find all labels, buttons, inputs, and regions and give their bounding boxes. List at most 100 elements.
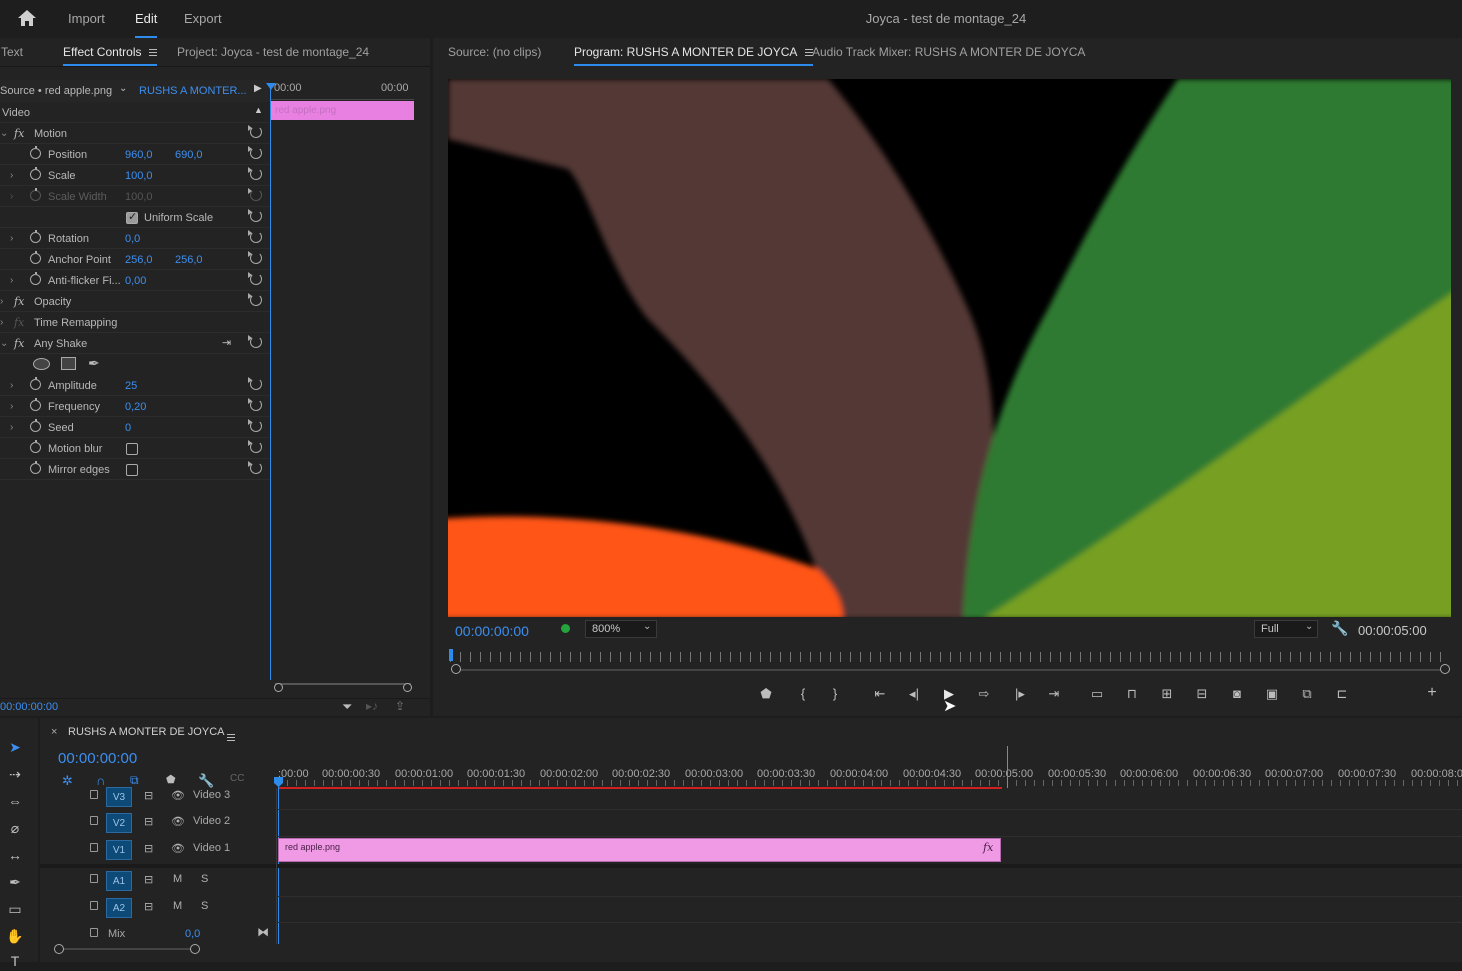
amplitude-value[interactable]: 25 xyxy=(125,380,137,392)
timeline-title[interactable]: RUSHS A MONTER DE JOYCA xyxy=(68,726,224,738)
chevron-right-icon[interactable]: › xyxy=(0,317,10,328)
reset-icon[interactable] xyxy=(248,209,262,222)
tab-audio-track-mixer[interactable]: Audio Track Mixer: RUSHS A MONTER DE JOY… xyxy=(812,45,1085,59)
stopwatch-icon[interactable] xyxy=(30,146,41,159)
program-playhead[interactable] xyxy=(449,649,453,661)
mirror-edges-checkbox[interactable] xyxy=(126,464,138,476)
comparison-view-icon[interactable]: ▣ xyxy=(1263,685,1281,703)
work-area-end[interactable] xyxy=(1007,746,1008,788)
tab-project[interactable]: Project: Joyca - test de montage_24 xyxy=(177,45,369,59)
eye-icon[interactable]: 👁 xyxy=(171,789,185,802)
timeline-zoom-bar[interactable] xyxy=(59,948,195,950)
sync-lock-icon[interactable]: ⊟ xyxy=(144,842,153,855)
fx-icon[interactable]: fx xyxy=(14,337,24,350)
sync-lock-icon[interactable]: ⊟ xyxy=(144,900,153,913)
scroll-handle-right[interactable] xyxy=(1440,664,1450,674)
lock-icon[interactable] xyxy=(90,874,98,883)
lock-icon[interactable] xyxy=(90,843,98,852)
chevron-down-icon[interactable]: ⌄ xyxy=(119,83,127,94)
scale-value[interactable]: 100,0 xyxy=(125,170,153,182)
ec-row-motion[interactable]: ⌄ fx Motion xyxy=(0,123,270,144)
rectangle-tool-icon[interactable]: ▭ xyxy=(6,901,24,919)
position-x-value[interactable]: 960,0 xyxy=(125,149,153,161)
track-select-tool-icon[interactable]: ⇢ xyxy=(6,766,24,784)
stopwatch-icon[interactable] xyxy=(30,377,41,390)
stopwatch-icon[interactable] xyxy=(30,167,41,180)
fx-icon[interactable]: fx xyxy=(14,127,24,140)
reset-icon[interactable] xyxy=(248,272,262,285)
chevron-right-icon[interactable]: › xyxy=(10,380,20,391)
add-button-icon[interactable]: + xyxy=(1423,684,1441,702)
step-forward-icon[interactable]: |▸ xyxy=(1011,685,1029,703)
go-to-in-icon[interactable]: ⇤ xyxy=(871,685,889,703)
chevron-right-icon[interactable]: › xyxy=(10,275,20,286)
uniform-scale-checkbox[interactable] xyxy=(126,210,138,224)
zoom-dropdown[interactable]: 800% ⌄ xyxy=(585,620,657,638)
timeline-timecode[interactable]: 00:00:00:00 xyxy=(58,750,137,767)
multi-camera-icon[interactable]: ⊏ xyxy=(1333,685,1351,703)
solo-button[interactable]: S xyxy=(201,900,208,912)
quality-dropdown[interactable]: Full ⌄ xyxy=(1254,620,1318,638)
anti-flicker-value[interactable]: 0,00 xyxy=(125,275,146,287)
scroll-handle-right[interactable] xyxy=(403,683,412,692)
lock-icon[interactable] xyxy=(90,901,98,910)
ec-sequence-link[interactable]: RUSHS A MONTER... xyxy=(139,85,247,97)
chevron-right-icon[interactable]: › xyxy=(10,170,20,181)
ec-playhead[interactable] xyxy=(270,86,271,680)
sync-lock-icon[interactable]: ⊟ xyxy=(144,873,153,886)
safe-margins-icon[interactable]: ▭ xyxy=(1088,685,1106,703)
tab-program[interactable]: Program: RUSHS A MONTER DE JOYCA xyxy=(574,45,814,66)
lock-icon[interactable] xyxy=(90,928,98,937)
program-zoom-bar[interactable] xyxy=(455,669,1445,671)
stopwatch-icon[interactable] xyxy=(30,461,41,474)
overwrite-icon[interactable]: ⊟ xyxy=(1193,685,1211,703)
panel-menu-icon[interactable] xyxy=(149,49,158,57)
hand-tool-icon[interactable]: ✋ xyxy=(6,928,24,946)
track-target-v2[interactable]: V2 xyxy=(106,813,132,833)
sync-lock-icon[interactable]: ⊟ xyxy=(144,815,153,828)
stopwatch-icon[interactable] xyxy=(30,230,41,243)
solo-button[interactable]: S xyxy=(201,873,208,885)
slip-tool-icon[interactable]: ↔ xyxy=(6,847,24,865)
reset-icon[interactable] xyxy=(248,293,262,306)
ellipse-mask-icon[interactable] xyxy=(33,358,50,370)
chevron-right-icon[interactable]: › xyxy=(0,296,10,307)
rotation-value[interactable]: 0,0 xyxy=(125,233,140,245)
add-marker-icon[interactable]: ⬟ xyxy=(757,685,775,703)
program-ruler[interactable] xyxy=(450,652,1443,662)
sync-lock-icon[interactable]: ⊟ xyxy=(144,789,153,802)
step-back-icon[interactable]: ◂| xyxy=(905,685,923,703)
collapse-up-icon[interactable]: ▲ xyxy=(254,105,263,115)
play-triangle-icon[interactable]: ▶ xyxy=(254,83,262,94)
effect-menu-icon[interactable]: ⇥ xyxy=(222,336,231,349)
reset-icon[interactable] xyxy=(248,377,262,390)
ec-row-any-shake[interactable]: ⌄ fx Any Shake ⇥ xyxy=(0,333,270,354)
go-to-out-icon[interactable]: ⇥ xyxy=(1045,685,1063,703)
camera-export-frame-icon[interactable]: ◙ xyxy=(1228,685,1246,703)
mix-value[interactable]: 0,0 xyxy=(185,928,200,940)
filter-icon[interactable]: ⏷ xyxy=(342,699,352,715)
program-timecode[interactable]: 00:00:00:00 xyxy=(455,623,529,639)
tab-source[interactable]: Source: (no clips) xyxy=(448,45,541,59)
track-target-a2[interactable]: A2 xyxy=(106,898,132,918)
ec-playhead-marker[interactable] xyxy=(266,83,276,90)
position-y-value[interactable]: 690,0 xyxy=(175,149,203,161)
scroll-handle-left[interactable] xyxy=(451,664,461,674)
chevron-right-icon[interactable]: › xyxy=(10,401,20,412)
lock-icon[interactable] xyxy=(90,816,98,825)
chevron-right-icon[interactable]: › xyxy=(10,422,20,433)
ec-clip-bar[interactable]: red apple.png xyxy=(271,101,414,120)
stopwatch-icon[interactable] xyxy=(30,272,41,285)
insert-icon[interactable]: ⊞ xyxy=(1158,685,1176,703)
reset-icon[interactable] xyxy=(248,230,262,243)
track-target-v3[interactable]: V3 xyxy=(106,787,132,807)
toggle-proxies-icon[interactable]: ⧉ xyxy=(1298,685,1316,703)
mark-out-icon[interactable]: } xyxy=(826,685,844,703)
anchor-x-value[interactable]: 256,0 xyxy=(125,254,153,266)
reset-icon[interactable] xyxy=(248,335,262,348)
lock-icon[interactable] xyxy=(90,790,98,799)
scroll-handle-left[interactable] xyxy=(54,944,64,954)
eye-icon[interactable]: 👁 xyxy=(171,842,185,855)
reset-icon[interactable] xyxy=(248,440,262,453)
type-tool-icon[interactable]: T xyxy=(6,953,24,971)
